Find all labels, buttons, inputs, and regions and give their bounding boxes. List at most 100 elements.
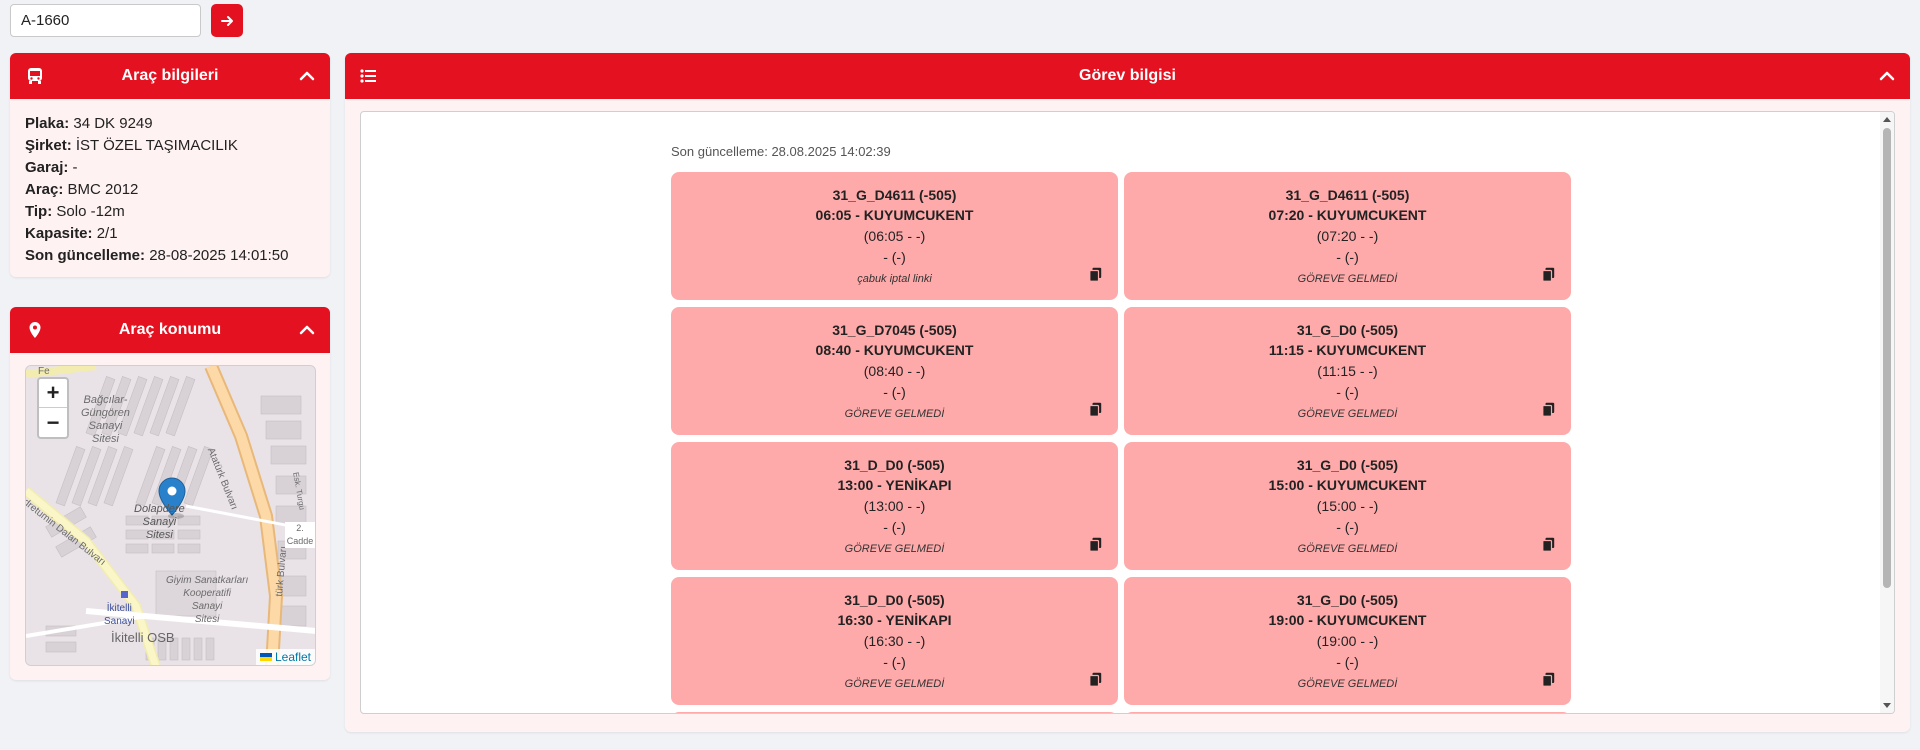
task-status: GÖREVE GELMEDİ bbox=[1297, 273, 1398, 285]
task-last-update: Son güncelleme: 28.08.2025 14:02:39 bbox=[671, 144, 891, 159]
task-status: GÖREVE GELMEDİ bbox=[844, 408, 945, 420]
task-actual-time: - (-) bbox=[883, 519, 906, 535]
task-panel-title: Görev bilgisi bbox=[1079, 67, 1176, 84]
vehicle-map[interactable]: Bağcılar- Güngören Sanayi Sitesi Dolapdere S… bbox=[25, 365, 316, 666]
chevron-up-icon[interactable] bbox=[298, 321, 316, 339]
ukraine-flag-icon bbox=[259, 653, 272, 661]
zoom-in-button[interactable]: + bbox=[39, 379, 67, 408]
vehicle-field-company: Şirket: İST ÖZEL TAŞIMACILIK bbox=[25, 137, 238, 154]
task-actual-time: - (-) bbox=[883, 249, 906, 265]
vehicle-info-list: Plaka: 34 DK 9249 Şirket: İST ÖZEL TAŞIM… bbox=[10, 99, 330, 277]
map-pin-icon bbox=[29, 322, 41, 338]
task-card[interactable]: 31_G_D7045 (-505) 08:40 - KUYUMCUKENT (08:… bbox=[671, 307, 1118, 435]
copy-icon[interactable] bbox=[1542, 537, 1555, 552]
vehicle-panel-title: Araç bilgileri bbox=[121, 67, 219, 84]
copy-icon[interactable] bbox=[1542, 402, 1555, 417]
copy-icon[interactable] bbox=[1089, 402, 1102, 417]
task-card[interactable]: 31_G_D0 (-505) 11:15 - KUYUMCUKENT (11:15 … bbox=[1124, 307, 1571, 435]
map-attribution[interactable]: Leaflet bbox=[255, 649, 315, 665]
task-planned-time: (19:00 - -) bbox=[1316, 633, 1379, 649]
chevron-up-icon[interactable] bbox=[1878, 67, 1896, 85]
task-planned-time: (15:00 - -) bbox=[1316, 498, 1379, 514]
vehicle-field-capacity: Kapasite: 2/1 bbox=[25, 225, 118, 242]
map-label-ikitelli-osb: İkitelli OSB bbox=[111, 630, 175, 645]
copy-icon[interactable] bbox=[1089, 672, 1102, 687]
task-card[interactable]: 31_D_D0 (-505) 16:30 - YENİKAPI (16:30 - -… bbox=[671, 577, 1118, 705]
leaflet-link[interactable]: Leaflet bbox=[275, 650, 311, 664]
task-actual-time: - (-) bbox=[1336, 654, 1359, 670]
task-list-container[interactable]: Son güncelleme: 28.08.2025 14:02:39 31_G… bbox=[360, 111, 1895, 714]
map-label-cadde: 2. Cadde bbox=[285, 522, 315, 548]
task-planned-time: (13:00 - -) bbox=[863, 498, 926, 514]
task-planned-time: (06:05 - -) bbox=[863, 228, 926, 244]
scroll-down-arrow-icon[interactable] bbox=[1883, 703, 1891, 708]
zoom-out-button[interactable]: − bbox=[39, 408, 67, 437]
task-code: 31_G_D0 (-505) bbox=[1296, 457, 1399, 473]
task-card[interactable]: 31_G_D4611 (-505) 06:05 - KUYUMCUKENT (06:… bbox=[671, 172, 1118, 300]
task-actual-time: - (-) bbox=[883, 654, 906, 670]
task-time-destination: 15:00 - KUYUMCUKENT bbox=[1268, 477, 1427, 493]
map-label-bagcilar: Bağcılar- Güngören Sanayi Sitesi bbox=[81, 394, 130, 445]
task-code: 31_G_D0 (-505) bbox=[1296, 322, 1399, 338]
task-card-partial[interactable] bbox=[1124, 712, 1571, 713]
task-status[interactable]: çabuk iptal linki bbox=[671, 268, 1118, 290]
task-card[interactable]: 31_G_D0 (-505) 15:00 - KUYUMCUKENT (15:00 … bbox=[1124, 442, 1571, 570]
task-planned-time: (07:20 - -) bbox=[1316, 228, 1379, 244]
vehicle-field-vehicle: Araç: BMC 2012 bbox=[25, 181, 139, 198]
search-go-button[interactable] bbox=[211, 4, 243, 37]
task-status: GÖREVE GELMEDİ bbox=[1297, 543, 1398, 555]
task-time-destination: 16:30 - YENİKAPI bbox=[837, 612, 952, 628]
task-code: 31_G_D0 (-505) bbox=[1296, 592, 1399, 608]
task-status: GÖREVE GELMEDİ bbox=[1297, 408, 1398, 420]
vehicle-field-plate: Plaka: 34 DK 9249 bbox=[25, 115, 153, 132]
task-card[interactable]: 31_G_D4611 (-505) 07:20 - KUYUMCUKENT (07:… bbox=[1124, 172, 1571, 300]
task-code: 31_G_D4611 (-505) bbox=[832, 187, 957, 203]
location-panel-title: Araç konumu bbox=[118, 321, 222, 338]
vehicle-location-panel: Araç konumu Bağcılar- Güngören Sanayi Si… bbox=[10, 307, 330, 680]
task-code: 31_G_D4611 (-505) bbox=[1285, 187, 1410, 203]
vehicle-search-input[interactable] bbox=[10, 4, 201, 37]
chevron-up-icon[interactable] bbox=[298, 67, 316, 85]
copy-icon[interactable] bbox=[1542, 672, 1555, 687]
copy-icon[interactable] bbox=[1542, 267, 1555, 282]
task-time-destination: 08:40 - KUYUMCUKENT bbox=[815, 342, 974, 358]
task-info-panel: Görev bilgisi Son güncelleme: 28.08.2025… bbox=[345, 53, 1910, 732]
map-label-giyim: Giyim Sanatkarları Kooperatifi Sanayi Sites… bbox=[166, 575, 249, 625]
task-time-destination: 06:05 - KUYUMCUKENT bbox=[815, 207, 974, 223]
map-label-ikitelli-sanayi: İkitelli Sanayi bbox=[104, 603, 135, 627]
arrow-right-icon bbox=[220, 15, 233, 26]
task-status: GÖREVE GELMEDİ bbox=[844, 678, 945, 690]
task-status: GÖREVE GELMEDİ bbox=[844, 543, 945, 555]
task-time-destination: 13:00 - YENİKAPI bbox=[837, 477, 952, 493]
scroll-thumb[interactable] bbox=[1883, 128, 1891, 588]
task-time-destination: 07:20 - KUYUMCUKENT bbox=[1268, 207, 1427, 223]
vehicle-panel-header: Araç bilgileri bbox=[10, 53, 330, 99]
copy-icon[interactable] bbox=[1089, 267, 1102, 282]
map-zoom-control: + − bbox=[37, 377, 69, 439]
task-code: 31_G_D7045 (-505) bbox=[832, 322, 957, 338]
task-actual-time: - (-) bbox=[1336, 519, 1359, 535]
task-card[interactable]: 31_D_D0 (-505) 13:00 - YENİKAPI (13:00 - -… bbox=[671, 442, 1118, 570]
task-time-destination: 19:00 - KUYUMCUKENT bbox=[1268, 612, 1427, 628]
map-label-dolapdere: Dolapdere Sanayi Sitesi bbox=[134, 503, 185, 541]
search-row bbox=[10, 4, 243, 37]
task-card[interactable]: 31_G_D0 (-505) 19:00 - KUYUMCUKENT (19:00 … bbox=[1124, 577, 1571, 705]
task-code: 31_D_D0 (-505) bbox=[844, 592, 945, 608]
location-panel-header: Araç konumu bbox=[10, 307, 330, 353]
task-scrollbar[interactable] bbox=[1880, 112, 1894, 713]
task-code: 31_D_D0 (-505) bbox=[844, 457, 945, 473]
task-time-destination: 11:15 - KUYUMCUKENT bbox=[1268, 342, 1427, 358]
task-panel-header: Görev bilgisi bbox=[345, 53, 1910, 99]
task-planned-time: (11:15 - -) bbox=[1317, 363, 1378, 379]
copy-icon[interactable] bbox=[1089, 537, 1102, 552]
task-actual-time: - (-) bbox=[883, 384, 906, 400]
scroll-up-arrow-icon[interactable] bbox=[1883, 117, 1891, 122]
bus-icon bbox=[28, 68, 42, 84]
task-status: GÖREVE GELMEDİ bbox=[1297, 678, 1398, 690]
vehicle-field-type: Tip: Solo -12m bbox=[25, 203, 125, 220]
task-card-grid: 31_G_D4611 (-505) 06:05 - KUYUMCUKENT (06:… bbox=[671, 172, 1571, 713]
list-icon bbox=[360, 69, 376, 83]
task-actual-time: - (-) bbox=[1336, 249, 1359, 265]
task-planned-time: (08:40 - -) bbox=[863, 363, 926, 379]
task-card-partial[interactable] bbox=[671, 712, 1118, 713]
